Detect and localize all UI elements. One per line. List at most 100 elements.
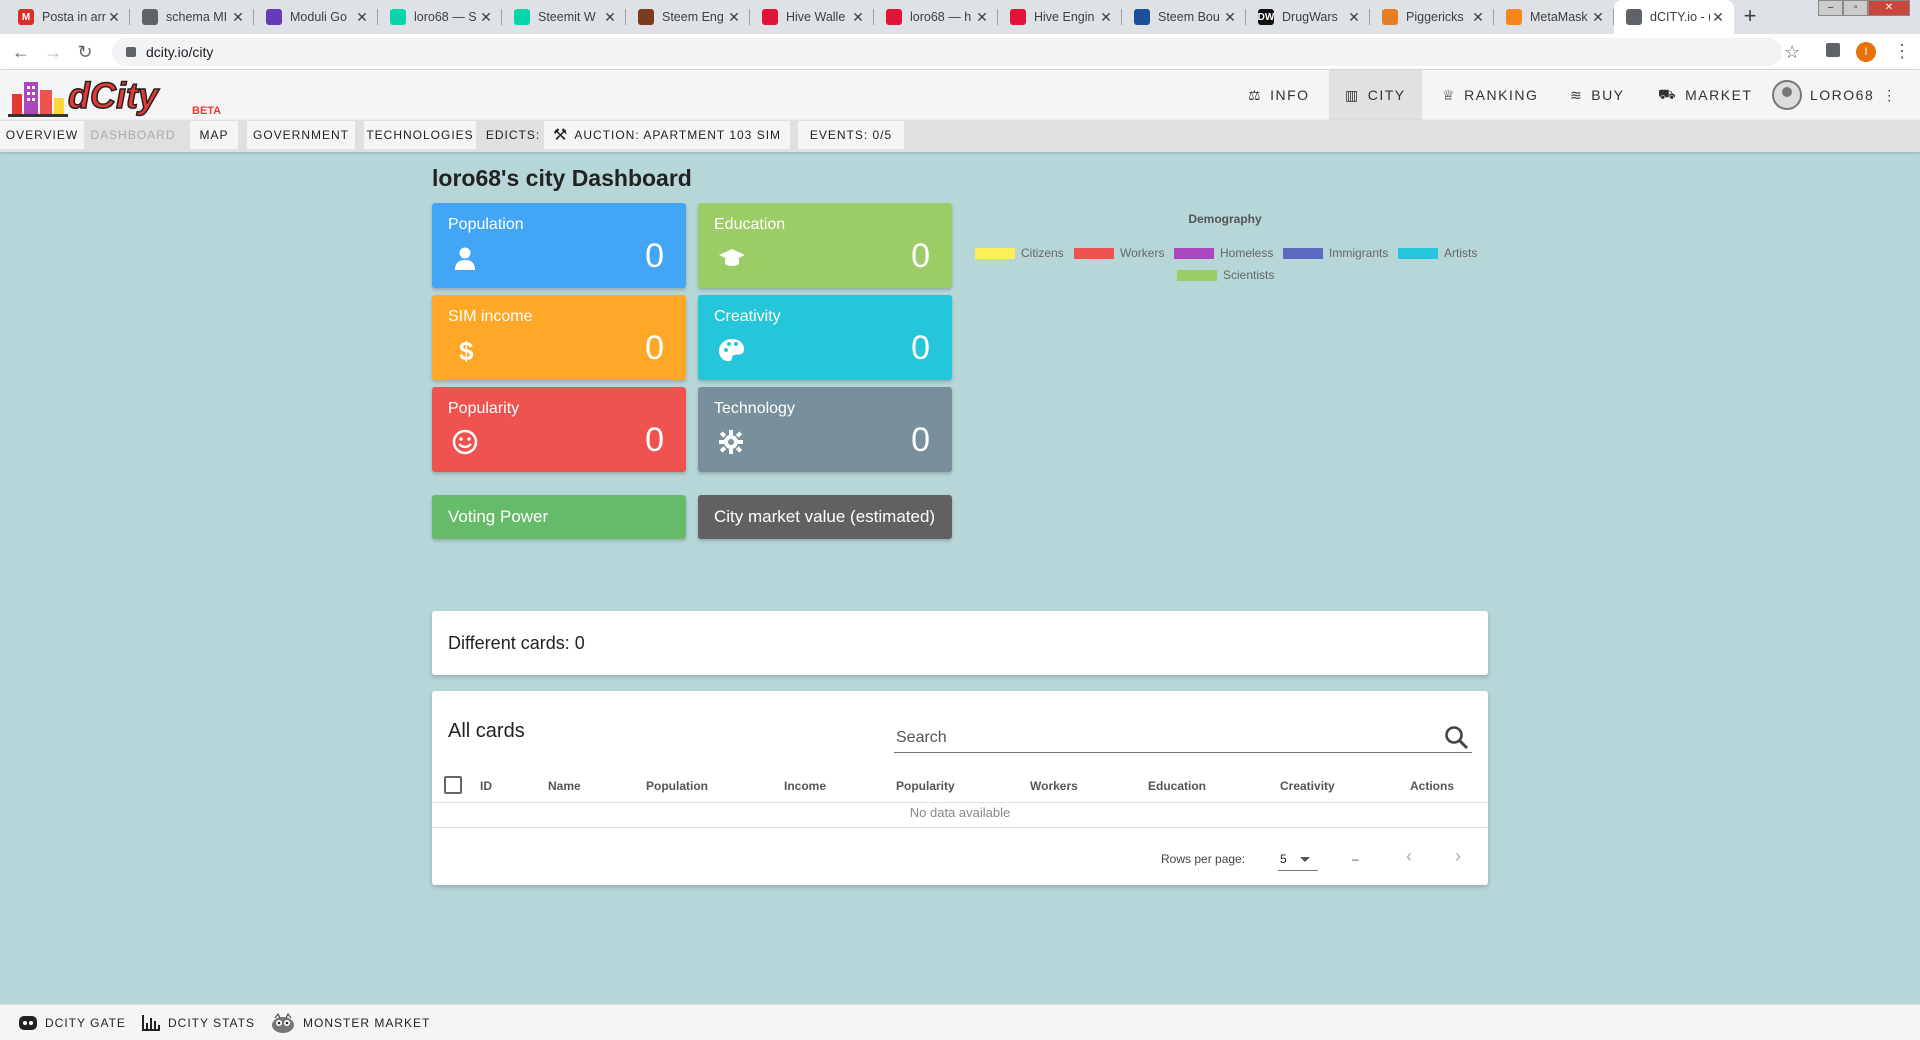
close-tab-icon[interactable]: ✕ bbox=[1710, 9, 1726, 26]
rows-per-page-select[interactable]: 5 bbox=[1278, 843, 1318, 871]
browser-tab-title: Hive Engin bbox=[1034, 10, 1095, 24]
close-tab-icon[interactable]: ✕ bbox=[106, 9, 122, 26]
cart-icon: ⛟ bbox=[1658, 85, 1678, 102]
footer-link-dcity-gate[interactable]: DCITY GATE bbox=[18, 1005, 126, 1040]
extensions-icon[interactable] bbox=[1826, 43, 1840, 57]
legend-label: Citizens bbox=[1021, 246, 1064, 260]
browser-tab[interactable]: Steem Eng ✕ bbox=[626, 0, 750, 34]
drugwars-icon: DW bbox=[1258, 9, 1274, 25]
column-header-population[interactable]: Population bbox=[646, 779, 708, 793]
close-tab-icon[interactable]: ✕ bbox=[1098, 9, 1114, 26]
nav-buy[interactable]: ≋ BUY bbox=[1554, 70, 1641, 120]
close-window-button[interactable]: ✕ bbox=[1868, 0, 1910, 16]
search-input[interactable]: Search bbox=[894, 713, 1472, 753]
browser-tab[interactable]: schema MI ✕ bbox=[130, 0, 254, 34]
new-tab-button[interactable]: + bbox=[1736, 5, 1764, 29]
column-header-id[interactable]: ID bbox=[480, 779, 492, 793]
browser-tab[interactable]: MetaMask ✕ bbox=[1494, 0, 1614, 34]
tab-map[interactable]: MAP bbox=[190, 121, 238, 149]
browser-tab[interactable]: loro68 — h ✕ bbox=[874, 0, 998, 34]
stat-label: Popularity bbox=[448, 400, 520, 417]
column-header-education[interactable]: Education bbox=[1148, 779, 1206, 793]
gear-icon bbox=[719, 430, 743, 454]
browser-tab[interactable]: Piggericks ✕ bbox=[1370, 0, 1494, 34]
legend-item[interactable]: Homeless bbox=[1174, 246, 1273, 260]
browser-menu-icon[interactable]: ⋮ bbox=[1893, 41, 1911, 62]
tab-overview[interactable]: OVERVIEW bbox=[0, 121, 84, 149]
events-button[interactable]: EVENTS: 0/5 bbox=[798, 121, 904, 149]
close-tab-icon[interactable]: ✕ bbox=[726, 9, 742, 26]
close-tab-icon[interactable]: ✕ bbox=[230, 9, 246, 26]
column-header-name[interactable]: Name bbox=[548, 779, 581, 793]
back-button[interactable]: ← bbox=[10, 42, 32, 63]
footer-divider bbox=[432, 827, 1488, 828]
select-all-checkbox[interactable] bbox=[444, 776, 462, 794]
browser-tab[interactable]: Moduli Go ✕ bbox=[254, 0, 378, 34]
tab-technologies[interactable]: TECHNOLOGIES bbox=[364, 121, 476, 149]
close-tab-icon[interactable]: ✕ bbox=[1222, 9, 1238, 26]
nav-info[interactable]: ⚖ INFO bbox=[1232, 70, 1326, 120]
close-tab-icon[interactable]: ✕ bbox=[478, 9, 494, 26]
close-tab-icon[interactable]: ✕ bbox=[354, 9, 370, 26]
column-header-popularity[interactable]: Popularity bbox=[896, 779, 955, 793]
profile-avatar[interactable]: I bbox=[1856, 42, 1876, 62]
hive-icon bbox=[886, 9, 902, 25]
legend-item[interactable]: Immigrants bbox=[1283, 246, 1388, 260]
search-icon[interactable] bbox=[1444, 725, 1470, 751]
tab-dashboard[interactable]: DASHBOARD bbox=[86, 121, 180, 149]
market-value-bar[interactable]: City market value (estimated) bbox=[698, 495, 952, 539]
browser-tab[interactable]: DW DrugWars ✕ bbox=[1246, 0, 1370, 34]
auction-button[interactable]: ⚒ AUCTION: APARTMENT 103 SIM bbox=[544, 121, 790, 149]
column-header-workers[interactable]: Workers bbox=[1030, 779, 1078, 793]
footer-link-monster-market[interactable]: MONSTER MARKET bbox=[270, 1005, 430, 1040]
footer-link-label: DCITY STATS bbox=[168, 1016, 256, 1030]
user-avatar bbox=[1772, 80, 1802, 110]
legend-item[interactable]: Workers bbox=[1074, 246, 1164, 260]
footer-link-dcity-stats[interactable]: DCITY STATS bbox=[141, 1005, 255, 1040]
rows-per-page-label: Rows per page: bbox=[1161, 852, 1246, 866]
column-header-income[interactable]: Income bbox=[784, 779, 826, 793]
browser-tab[interactable]: Hive Engin ✕ bbox=[998, 0, 1122, 34]
close-tab-icon[interactable]: ✕ bbox=[850, 9, 866, 26]
next-page-icon[interactable]: › bbox=[1455, 846, 1461, 867]
browser-tab[interactable]: Steemit W ✕ bbox=[502, 0, 626, 34]
reload-button[interactable]: ↻ bbox=[74, 42, 96, 63]
discord-icon bbox=[19, 1016, 37, 1030]
maximize-button[interactable]: ▫ bbox=[1843, 0, 1868, 16]
browser-tab[interactable]: Steem Bou ✕ bbox=[1122, 0, 1246, 34]
stat-label: Technology bbox=[714, 400, 795, 417]
bookmark-star-icon[interactable]: ☆ bbox=[1784, 42, 1800, 63]
browser-tab[interactable]: M Posta in arr ✕ bbox=[6, 0, 130, 34]
browser-tab[interactable]: loro68 — S ✕ bbox=[378, 0, 502, 34]
stat-label: SIM income bbox=[448, 308, 533, 325]
close-tab-icon[interactable]: ✕ bbox=[602, 9, 618, 26]
legend-item[interactable]: Scientists bbox=[1177, 268, 1274, 282]
nav-ranking[interactable]: ♕ RANKING bbox=[1426, 70, 1554, 120]
close-tab-icon[interactable]: ✕ bbox=[1590, 9, 1606, 26]
close-tab-icon[interactable]: ✕ bbox=[974, 9, 990, 26]
browser-tab[interactable]: Hive Walle ✕ bbox=[750, 0, 874, 34]
pig-icon bbox=[1382, 9, 1398, 25]
dcity-logo[interactable]: dCity BETA bbox=[6, 72, 226, 118]
nav-market[interactable]: ⛟ MARKET bbox=[1642, 70, 1768, 120]
nav-city[interactable]: ▥ CITY bbox=[1329, 70, 1422, 120]
tab-government[interactable]: GOVERNMENT bbox=[247, 121, 355, 149]
minimize-button[interactable]: – bbox=[1818, 0, 1843, 16]
forward-button[interactable]: → bbox=[42, 42, 64, 63]
voting-power-bar[interactable]: Voting Power bbox=[432, 495, 686, 539]
prev-page-icon[interactable]: ‹ bbox=[1406, 846, 1412, 867]
column-header-creativity[interactable]: Creativity bbox=[1280, 779, 1335, 793]
legend-swatch bbox=[1283, 247, 1323, 259]
browser-tab-title: loro68 — h bbox=[910, 10, 972, 24]
url-field[interactable]: dcity.io/city bbox=[112, 38, 1782, 66]
browser-tab-title: Posta in arr bbox=[42, 10, 106, 24]
forms-icon bbox=[266, 9, 282, 25]
trophy-icon: ♕ bbox=[1442, 86, 1457, 103]
legend-item[interactable]: Citizens bbox=[975, 246, 1064, 260]
browser-tab-strip: M Posta in arr ✕ schema MI ✕ Moduli Go ✕ loro68… bbox=[0, 0, 1920, 34]
legend-item[interactable]: Artists bbox=[1398, 246, 1477, 260]
browser-tab[interactable]: dCITY.io - (✕ bbox=[1614, 0, 1734, 34]
user-menu[interactable]: LORO68 ⋮ bbox=[1756, 70, 1914, 120]
close-tab-icon[interactable]: ✕ bbox=[1346, 9, 1362, 26]
close-tab-icon[interactable]: ✕ bbox=[1470, 9, 1486, 26]
